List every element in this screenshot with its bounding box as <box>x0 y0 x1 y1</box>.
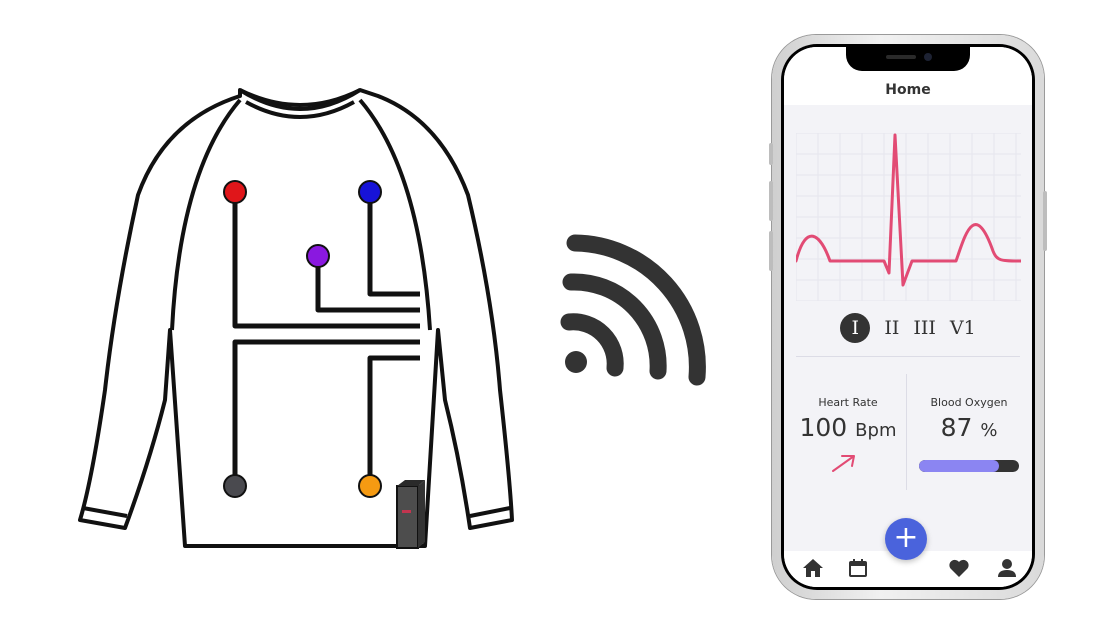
blood-oxygen-unit: % <box>980 420 998 441</box>
volume-up-button <box>769 181 773 221</box>
blood-oxygen-label: Blood Oxygen <box>930 396 1008 409</box>
ecg-grid <box>796 133 1021 301</box>
phone-notch <box>846 47 970 71</box>
blood-oxygen-number: 87 <box>940 413 973 442</box>
lead-tab-ii[interactable]: II <box>884 317 899 339</box>
heart-rate-number: 100 <box>799 413 848 442</box>
blood-oxygen-bar-fill <box>919 460 999 472</box>
silent-switch <box>769 143 773 165</box>
front-camera <box>924 53 932 61</box>
sensor-module <box>396 480 425 549</box>
heart-rate-label: Heart Rate <box>818 396 878 409</box>
power-button <box>1043 191 1047 251</box>
volume-down-button <box>769 231 773 271</box>
electrode-ra <box>223 180 247 204</box>
wireless-signal-icon <box>560 234 706 386</box>
phone-screen: Home I II III V1 Heart Rate 100 Bpm Bloo… <box>781 44 1035 590</box>
lead-tab-v1[interactable]: V1 <box>950 317 976 339</box>
section-divider <box>796 356 1020 357</box>
lead-tab-iii[interactable]: III <box>913 317 936 339</box>
page-title: Home <box>885 82 931 98</box>
app-screen: Home I II III V1 Heart Rate 100 Bpm Bloo… <box>784 47 1032 587</box>
earpiece-speaker <box>886 55 916 59</box>
lead-tab-i[interactable]: I <box>840 313 871 343</box>
electrode-ll <box>358 474 382 498</box>
heart-icon[interactable] <box>948 558 970 578</box>
lead-selector: I II III V1 <box>784 311 1032 345</box>
electrode-v1 <box>306 244 330 268</box>
add-button[interactable]: + <box>885 518 927 560</box>
ecg-waveform <box>796 133 1021 301</box>
electrode-la <box>358 180 382 204</box>
heart-rate-value: 100 Bpm <box>788 413 908 442</box>
blood-oxygen-bar <box>919 460 1019 472</box>
profile-icon[interactable] <box>997 558 1017 578</box>
ecg-trace <box>796 133 1021 287</box>
electrode-rl <box>223 474 247 498</box>
calendar-icon[interactable] <box>848 558 868 578</box>
shirt-outline <box>78 88 514 548</box>
heart-rate-unit: Bpm <box>855 420 897 441</box>
smartphone: Home I II III V1 Heart Rate 100 Bpm Bloo… <box>769 35 1047 599</box>
smart-shirt-illustration <box>78 88 514 549</box>
home-icon[interactable] <box>802 558 824 578</box>
trend-up-icon <box>832 455 855 472</box>
blood-oxygen-value: 87 % <box>912 413 1026 442</box>
